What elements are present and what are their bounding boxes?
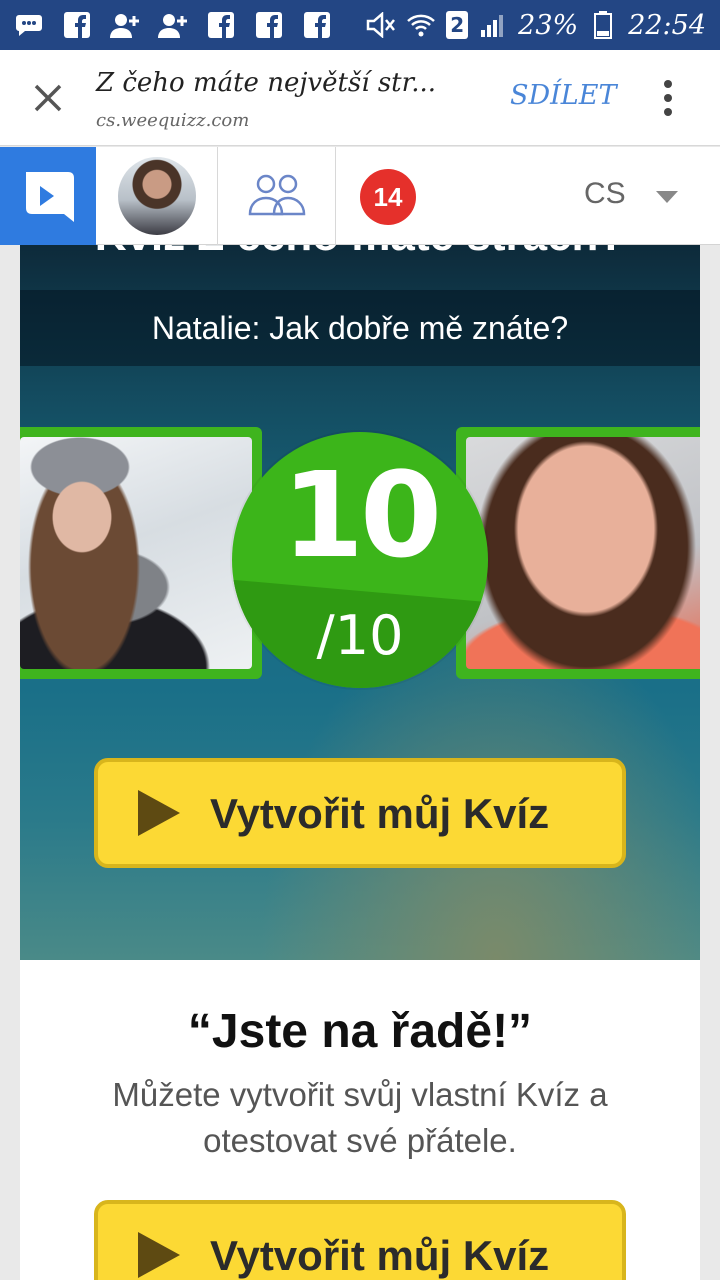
- avatar: [117, 157, 196, 235]
- signal-icon: [478, 10, 508, 40]
- chevron-down-icon[interactable]: [656, 191, 678, 203]
- score-value: 10: [281, 446, 442, 584]
- sim-icon: 2: [446, 11, 469, 39]
- create-quiz-label: Vytvořit můj Kvíz: [210, 1232, 550, 1279]
- quiz-result-card: Kvíz Z čeho máte strach? Natalie: Jak do…: [20, 245, 700, 960]
- more-options-icon[interactable]: [662, 80, 674, 116]
- creator-photo-image: [20, 437, 252, 669]
- create-quiz-label: Vytvořit můj Kvíz: [210, 790, 550, 837]
- share-button[interactable]: SDÍLET: [510, 80, 616, 111]
- friends-tab[interactable]: [218, 147, 336, 245]
- weequizz-logo-icon[interactable]: [0, 147, 96, 245]
- add-friend-icon: [110, 10, 140, 40]
- facebook-icon: [302, 10, 332, 40]
- facebook-icon: [254, 10, 284, 40]
- friends-icon: [244, 172, 310, 220]
- page-url: cs.weequizz.com: [96, 110, 250, 131]
- page-title: Z čeho máte největší str...: [96, 68, 436, 98]
- mute-icon: [366, 10, 396, 40]
- wifi-icon: [406, 10, 436, 40]
- score-circle: 10 /10: [232, 432, 488, 688]
- battery-percent: 23%: [518, 9, 579, 41]
- promo-heading: “Jste na řadě!”: [187, 1005, 533, 1058]
- app-nav: 14 CS: [0, 147, 720, 245]
- close-icon[interactable]: [28, 78, 68, 118]
- clock: 22:54: [628, 9, 706, 41]
- play-icon: [138, 790, 180, 836]
- quiz-subtitle-band: Natalie: Jak dobře mě znáte?: [20, 290, 700, 366]
- messages-icon: [14, 10, 44, 40]
- create-quiz-button[interactable]: Vytvořit můj Kvíz: [94, 758, 626, 868]
- browser-toolbar: Z čeho máte největší str... cs.weequizz.…: [0, 50, 720, 146]
- score-total: /10: [316, 604, 404, 667]
- battery-icon: [588, 10, 618, 40]
- quiz-subtitle: Natalie: Jak dobře mě znáte?: [151, 309, 569, 346]
- player-photo: [456, 427, 700, 679]
- promo-description: Můžete vytvořit svůj vlastní Kvíz a otes…: [112, 1076, 608, 1159]
- add-friend-icon: [158, 10, 188, 40]
- quiz-title: Kvíz Z čeho máte strach?: [20, 245, 700, 261]
- notification-badge[interactable]: 14: [360, 169, 416, 225]
- player-photo-image: [466, 437, 700, 669]
- language-selector[interactable]: CS: [584, 177, 626, 211]
- facebook-icon: [62, 10, 92, 40]
- facebook-icon: [206, 10, 236, 40]
- status-bar: 2 23% 22:54: [0, 0, 720, 50]
- creator-photo: [20, 427, 262, 679]
- play-icon: [138, 1232, 180, 1278]
- create-quiz-button-secondary[interactable]: Vytvořit můj Kvíz: [94, 1200, 626, 1280]
- profile-tab[interactable]: [96, 147, 218, 245]
- promo-card: “Jste na řadě!” Můžete vytvořit svůj vla…: [20, 960, 700, 1280]
